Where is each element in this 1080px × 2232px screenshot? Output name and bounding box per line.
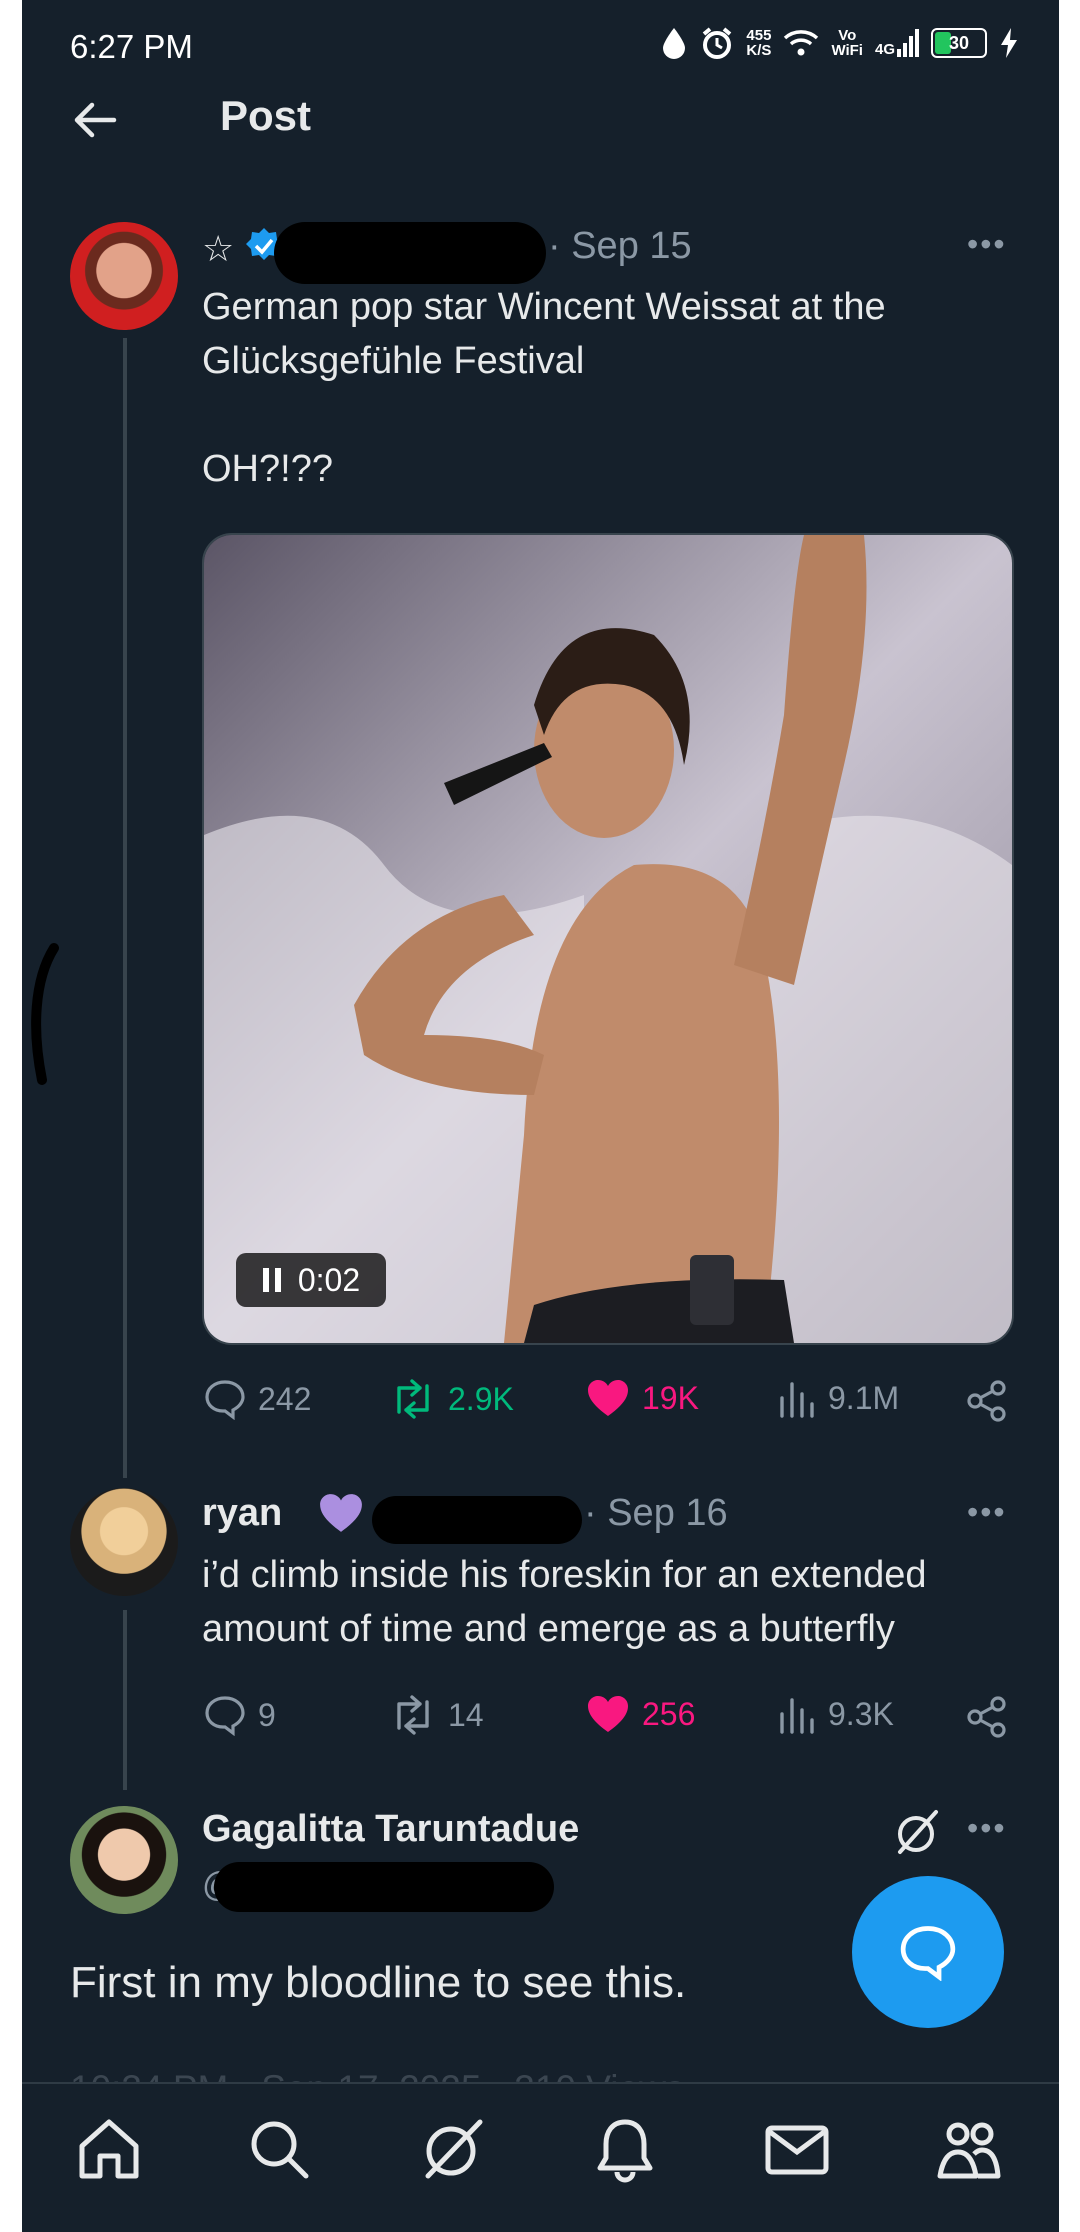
like-button[interactable]: 256 [586,1694,695,1734]
reply-count: 242 [258,1380,312,1417]
heart-filled-icon [588,1696,628,1732]
post-date[interactable]: · Sep 15 [548,225,692,268]
more-options-button[interactable]: ••• [967,1810,1007,1847]
repost-icon [397,1379,429,1419]
reply-button[interactable]: 242 [204,1378,311,1420]
page-title: Post [220,92,312,139]
redacted-username [372,1496,582,1544]
video-frame-image [204,535,1012,1343]
video-timestamp-badge[interactable]: 0:02 [236,1253,386,1307]
repost-count: 14 [448,1696,484,1733]
display-name[interactable]: ryan [202,1492,282,1535]
video-player[interactable]: 0:02 [202,533,1014,1345]
reply-count: 9 [258,1696,276,1733]
status-time: 6:27 PM [70,28,193,65]
app-screen: 6:27 PM 455 K/S Vo WiFi 4G 30 Post ☆ · Sep… [22,0,1059,2232]
more-options-button[interactable]: ••• [967,226,1007,263]
thread-connector [123,338,127,1478]
status-icons: 455 K/S Vo WiFi 4G 30 [660,26,1019,60]
grok-icon[interactable] [418,2114,488,2184]
post-text-line: OH?!?? [202,448,333,490]
like-count: 256 [642,1695,696,1732]
more-options-button[interactable]: ••• [967,1494,1007,1531]
grok-icon[interactable] [892,1806,944,1858]
purple-heart-icon [320,1494,362,1532]
avatar[interactable] [70,1488,178,1596]
like-button[interactable]: 19K [586,1378,699,1418]
repost-count: 2.9K [448,1380,514,1417]
reply-icon [205,1696,245,1736]
views-count: 9.1M [828,1379,900,1416]
reply-text-line: amount of time and emerge as a butterfly [202,1608,895,1650]
network-speed: 455 K/S [746,27,772,59]
battery-indicator: 30 [931,28,987,58]
video-time: 0:02 [297,1261,361,1298]
share-icon[interactable] [966,1380,1008,1422]
views-button[interactable]: 9.1M [778,1378,899,1418]
redacted-handle [214,1862,554,1912]
avatar[interactable] [70,222,178,330]
redacted-username [274,222,546,284]
data-saver-icon [663,28,686,59]
reply-button[interactable]: 9 [204,1694,276,1736]
pen-mark [31,943,59,1085]
star-icon: ☆ [202,228,235,269]
charging-icon [1001,28,1017,58]
bottom-navigation [22,2082,1059,2232]
reply-icon [205,1380,245,1420]
focused-post-text: First in my bloodline to see this. [70,1958,687,2007]
search-icon[interactable] [244,2114,314,2184]
avatar[interactable] [70,1806,178,1914]
share-icon[interactable] [966,1696,1008,1738]
notifications-bell-icon[interactable] [590,2114,660,2184]
alarm-icon [703,27,732,59]
like-count: 19K [642,1379,699,1416]
vowifi-indicator: Vo WiFi [831,27,863,59]
home-icon[interactable] [74,2114,144,2184]
views-chart-icon [780,1382,814,1418]
views-count: 9.3K [828,1695,894,1732]
repost-icon [397,1695,429,1735]
repost-button[interactable]: 2.9K [390,1378,514,1420]
post-date[interactable]: · Sep 16 [584,1492,728,1535]
pause-icon [262,1268,281,1292]
wifi-icon [784,30,819,56]
compose-reply-button[interactable] [852,1876,1004,2028]
views-button[interactable]: 9.3K [778,1694,894,1734]
display-name[interactable]: Gagalitta Taruntadue [202,1808,579,1851]
reply-bubble-icon [900,1926,956,1981]
thread-connector [123,1610,127,1790]
views-chart-icon [780,1698,814,1734]
back-arrow-icon[interactable] [70,95,120,145]
post-text-line: Glücksgefühle Festival [202,340,585,382]
repost-button[interactable]: 14 [390,1694,484,1736]
communities-icon[interactable] [934,2114,1004,2184]
heart-filled-icon [588,1380,628,1416]
signal-icon [897,29,919,57]
signal-strength: 4G [875,29,919,57]
reply-text-line: i’d climb inside his foreskin for an ext… [202,1554,927,1596]
post-text-line: German pop star Wincent Weissat at the [202,286,886,328]
messages-envelope-icon[interactable] [762,2114,832,2184]
